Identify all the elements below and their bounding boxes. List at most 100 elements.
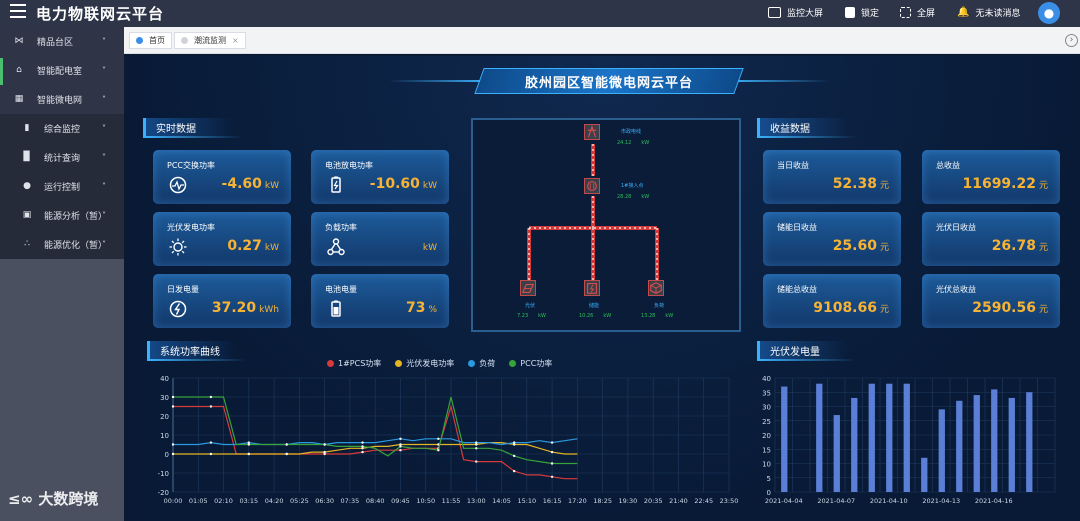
series-point [171, 452, 175, 456]
pv-generation-header: 光伏发电量 [757, 341, 847, 359]
notifications-button[interactable]: 🔔 无未读消息 [957, 6, 1020, 19]
tower-glyph [587, 125, 597, 138]
series-point [171, 395, 175, 399]
tab-home[interactable]: 首页 [129, 32, 172, 49]
chevron-down-icon: ˅ [102, 182, 106, 191]
x-tick-label: 2021-04-07 [817, 497, 855, 505]
series-point [475, 460, 478, 463]
tower-icon[interactable] [584, 124, 600, 140]
watermark-logo: ≤∞ 大数跨境 [8, 488, 98, 509]
y-tick-label: 0 [767, 489, 771, 497]
sidebar-item-smart-microgrid[interactable]: ▦ 智能微电网 ˄ [0, 85, 124, 114]
sidebar-item-label: 能源分析（暂） [44, 212, 108, 222]
sidebar-item-boutique-area[interactable]: ⋈ 精品台区 ˅ [0, 27, 124, 56]
user-avatar[interactable]: ● [1038, 2, 1060, 24]
circle-icon: ● [23, 181, 31, 191]
node-value: 10.26 [579, 313, 594, 319]
y-tick-label: 30 [762, 404, 771, 412]
card-label: 负载功率 [325, 223, 357, 232]
card-label: 电池电量 [325, 285, 357, 294]
x-tick-label: 02:10 [214, 497, 233, 505]
node-label: 光伏 [525, 303, 536, 309]
series-point [475, 441, 478, 444]
legend-item-pv[interactable]: 光伏发电功率 [395, 358, 454, 369]
x-tick-label: 15:10 [517, 497, 536, 505]
card-value-wrap: 0.27 kW [227, 238, 279, 254]
x-tick-label: 2021-04-10 [870, 497, 908, 505]
sidebar-item-overall-monitor[interactable]: ▮ 综合监控 ˅ [0, 114, 124, 143]
tab-flow-monitor[interactable]: 潮流监测 × [174, 32, 246, 49]
sidebar-item-energy-analysis[interactable]: ▣ 能源分析（暂） ˅ [0, 201, 124, 230]
series-point [550, 475, 554, 478]
series-point [399, 437, 402, 440]
battery-level-icon [331, 300, 341, 317]
close-icon[interactable]: × [232, 36, 239, 45]
y-tick-label: 25 [762, 418, 771, 426]
x-tick-label: 18:25 [593, 497, 612, 505]
fullscreen-icon [900, 7, 911, 18]
sidebar-empty-area [0, 253, 124, 521]
series-point [361, 445, 364, 448]
dashboard: 胶州园区智能微电网云平台 实时数据 PCC交换功率 -4.60 kW 电池放电功率… [129, 56, 1080, 521]
revenue-underline [757, 136, 857, 138]
storage-icon[interactable] [584, 280, 600, 296]
card-label: 储能总收益 [777, 285, 817, 294]
fullscreen-button[interactable]: 全屏 [900, 6, 935, 19]
lock-button[interactable]: 锁定 [845, 6, 879, 19]
card-storage-total-revenue: 储能总收益 9108.66 元 [763, 274, 901, 328]
card-daily-generation: 日发电量 37.20 kWh [153, 274, 291, 328]
load-box-icon[interactable] [648, 280, 664, 296]
card-unit: kW [264, 243, 279, 253]
y-tick-label: 40 [762, 375, 771, 383]
bar [781, 386, 788, 492]
card-value: 0.27 [227, 238, 262, 254]
card-label: 光伏总收益 [936, 285, 976, 294]
card-storage-daily-revenue: 储能日收益 25.60 元 [763, 212, 901, 266]
watermark-text: 大数跨境 [38, 490, 99, 508]
series-point [550, 450, 554, 454]
sidebar-item-statistics[interactable]: ▉ 统计查询 ˅ [0, 143, 124, 172]
x-tick-label: 2021-04-04 [765, 497, 803, 505]
bar [886, 383, 893, 492]
legend-item-pcc[interactable]: PCC功率 [509, 358, 552, 369]
solar-panel-icon[interactable] [520, 280, 536, 296]
series-point [323, 450, 326, 454]
card-daily-revenue: 当日收益 52.38 元 [763, 150, 901, 204]
y-tick-label: 0 [165, 451, 169, 459]
x-tick-label: 13:00 [467, 497, 486, 505]
card-label: 总收益 [936, 161, 960, 170]
tab-more-icon[interactable]: › [1065, 34, 1078, 47]
card-label: 电池放电功率 [325, 161, 373, 170]
legend-swatch [509, 360, 517, 367]
monitor-screen-button[interactable]: 监控大屏 [768, 6, 823, 19]
sidebar-item-energy-optimize[interactable]: ∴ 能源优化（暂） ˅ [0, 230, 124, 259]
link-icon: ⋈ [14, 36, 24, 46]
chevron-down-icon: ˅ [102, 153, 106, 162]
bar [921, 457, 928, 492]
user-icon: ● [1043, 6, 1055, 20]
chevron-down-icon: ˅ [102, 240, 106, 249]
bar [956, 400, 963, 492]
node-unit: kW [641, 194, 650, 200]
tab-label: 首页 [149, 36, 165, 45]
sidebar-item-smart-distribution[interactable]: ⌂ 智能配电室 ˅ [0, 56, 124, 85]
card-total-revenue: 总收益 11699.22 元 [922, 150, 1060, 204]
topology-lines [527, 144, 659, 280]
legend-item-load[interactable]: 负荷 [468, 358, 495, 369]
legend-item-pcs[interactable]: 1#PCS功率 [327, 358, 381, 369]
sidebar: ⋈ 精品台区 ˅ ⌂ 智能配电室 ˅ ▦ 智能微电网 ˄ ▮ 综合监控 ˅ ▉ … [0, 27, 124, 521]
realtime-header: 实时数据 [143, 118, 233, 136]
y-tick-label: 5 [767, 475, 771, 483]
node-unit: kW [538, 313, 546, 319]
x-tick-label: 04:20 [265, 497, 284, 505]
tab-bar: 首页 潮流监测 × › [124, 27, 1080, 54]
meter-icon[interactable] [584, 178, 600, 194]
hamburger-icon[interactable] [10, 4, 26, 18]
card-battery-discharge: 电池放电功率 -10.60 kW [311, 150, 449, 204]
bar [1008, 397, 1015, 492]
notifications-label: 无未读消息 [975, 9, 1021, 19]
y-tick-label: 20 [160, 413, 169, 421]
sidebar-item-run-control[interactable]: ● 运行控制 ˅ [0, 172, 124, 201]
sidebar-item-label: 精品台区 [37, 38, 74, 48]
bar [938, 409, 945, 492]
